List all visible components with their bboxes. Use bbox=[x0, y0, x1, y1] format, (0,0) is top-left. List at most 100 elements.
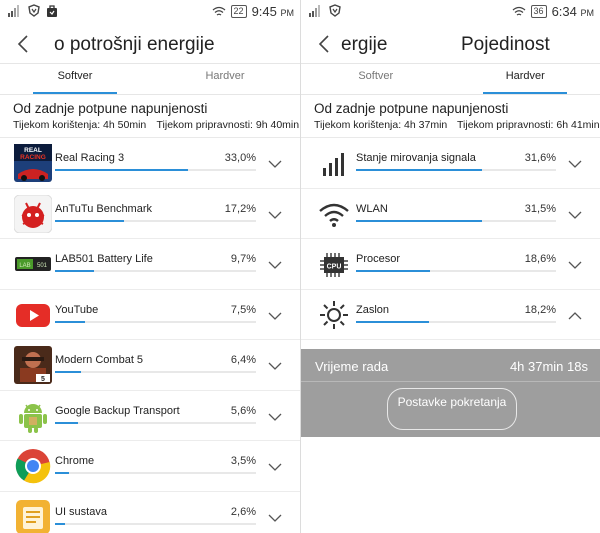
hardware-usage-row[interactable]: Stanje mirovanja signala 31,6% bbox=[301, 138, 600, 189]
system-ui-icon bbox=[14, 498, 52, 533]
item-percent: 5,6% bbox=[230, 404, 256, 417]
detail-divider bbox=[301, 381, 600, 382]
usage-bar bbox=[55, 472, 256, 474]
app-usage-row[interactable]: YouTube 7,5% bbox=[0, 290, 300, 340]
svg-text:RACING: RACING bbox=[20, 154, 46, 161]
usage-stats: Tijekom korištenja: 4h 37min Tijekom pri… bbox=[301, 116, 600, 131]
chrome-icon bbox=[14, 447, 52, 485]
page-title-previous: ergije bbox=[341, 34, 388, 55]
item-name: Zaslon bbox=[356, 303, 390, 316]
signal-icon bbox=[8, 4, 19, 17]
clock: 6:34 PM bbox=[552, 4, 594, 19]
app-usage-row[interactable]: UI sustava 2,6% bbox=[0, 492, 300, 533]
tab-software[interactable]: Softver bbox=[301, 64, 451, 92]
back-arrow-icon[interactable] bbox=[12, 32, 36, 56]
usage-bar-fill bbox=[55, 219, 125, 222]
item-name: AnTuTu Benchmark bbox=[55, 202, 153, 215]
status-bar: 22 9:45 PM bbox=[0, 0, 300, 24]
chevron-down-icon[interactable] bbox=[268, 207, 282, 219]
item-percent: 31,5% bbox=[524, 202, 556, 215]
lab501-icon: LAB 501 bbox=[14, 245, 52, 283]
chevron-up-icon[interactable] bbox=[568, 308, 582, 319]
chevron-down-icon[interactable] bbox=[568, 156, 582, 168]
chevron-down-icon[interactable] bbox=[268, 358, 282, 370]
startup-settings-button[interactable]: Postavke pokretanja bbox=[387, 388, 517, 430]
usage-bar-fill bbox=[55, 371, 81, 373]
svg-text:5: 5 bbox=[41, 376, 45, 383]
item-name: YouTube bbox=[55, 303, 99, 316]
item-percent: 9,7% bbox=[230, 253, 256, 265]
chevron-down-icon[interactable] bbox=[268, 257, 282, 269]
usage-stats: Tijekom korištenja: 4h 50min Tijekom pri… bbox=[0, 116, 300, 131]
clock-ampm: PM bbox=[580, 8, 595, 18]
modern-combat-icon: 5 bbox=[14, 346, 52, 384]
title-bar: o potrošnji energije bbox=[0, 24, 300, 64]
standby-time: Tijekom pripravnosti: 6h 41min bbox=[457, 119, 600, 131]
usage-bar bbox=[55, 371, 256, 373]
app-usage-row[interactable]: LAB 501 LAB501 Battery Life 9,7% bbox=[0, 239, 300, 290]
usage-time: Tijekom korištenja: 4h 50min bbox=[13, 119, 147, 131]
wifi-status-icon bbox=[212, 6, 225, 16]
cpu-icon: CPU bbox=[315, 245, 353, 283]
item-percent: 18,6% bbox=[524, 253, 556, 265]
usage-bar-fill bbox=[356, 270, 431, 272]
svg-text:REAL: REAL bbox=[24, 147, 42, 154]
hardware-usage-list: Stanje mirovanja signala 31,6% WLAN 31,5% CP… bbox=[301, 137, 600, 340]
item-percent: 33,0% bbox=[224, 152, 256, 164]
tab-bar: Softver Hardver bbox=[0, 64, 300, 94]
svg-text:501: 501 bbox=[37, 263, 48, 269]
usage-bar-fill bbox=[55, 270, 94, 272]
tab-hardware[interactable]: Hardver bbox=[150, 64, 300, 92]
usage-bar bbox=[55, 270, 256, 272]
usage-bar-fill bbox=[55, 421, 78, 424]
shield-icon bbox=[28, 4, 40, 17]
chevron-down-icon[interactable] bbox=[268, 409, 282, 421]
app-usage-row[interactable]: AnTuTu Benchmark 17,2% bbox=[0, 189, 300, 239]
usage-time: Tijekom korištenja: 4h 37min bbox=[314, 119, 448, 131]
item-name: Procesor bbox=[356, 253, 401, 265]
item-percent: 3,5% bbox=[230, 455, 256, 467]
back-arrow-icon[interactable] bbox=[313, 32, 337, 56]
usage-bar bbox=[55, 421, 256, 424]
runtime-value: 4h 37min 18s bbox=[509, 359, 588, 374]
item-percent: 31,6% bbox=[524, 152, 556, 164]
chevron-down-icon[interactable] bbox=[268, 459, 282, 471]
usage-bar bbox=[356, 270, 556, 272]
usage-bar bbox=[55, 169, 256, 171]
item-name: Real Racing 3 bbox=[55, 152, 125, 164]
app-usage-row[interactable]: Google Backup Transport 5,6% bbox=[0, 391, 300, 441]
status-bar: 36 6:34 PM bbox=[301, 0, 600, 24]
clock-time: 6:34 bbox=[551, 4, 577, 19]
android-icon bbox=[14, 397, 52, 435]
item-name: LAB501 Battery Life bbox=[55, 253, 153, 265]
tab-hardware[interactable]: Hardver bbox=[451, 64, 600, 94]
usage-bar-fill bbox=[55, 472, 70, 474]
app-usage-row[interactable]: Chrome 3,5% bbox=[0, 441, 300, 492]
chevron-down-icon[interactable] bbox=[568, 207, 582, 219]
app-usage-row[interactable]: REAL RACING Real Racing 3 33,0% bbox=[0, 138, 300, 189]
wifi-status-icon bbox=[512, 6, 525, 16]
hardware-usage-row[interactable]: WLAN 31,5% bbox=[301, 189, 600, 239]
real-racing-icon: REAL RACING bbox=[14, 144, 52, 182]
standby-time: Tijekom pripravnosti: 9h 40min bbox=[156, 119, 300, 131]
runtime-label: Vrijeme rada bbox=[315, 359, 389, 374]
chevron-down-icon[interactable] bbox=[568, 257, 582, 269]
hardware-usage-row[interactable]: CPU Procesor 18,6% bbox=[301, 239, 600, 290]
usage-bar bbox=[356, 320, 556, 323]
chevron-down-icon[interactable] bbox=[268, 308, 282, 320]
item-percent: 2,6% bbox=[230, 505, 256, 518]
app-usage-row[interactable]: 5 Modern Combat 5 6,4% bbox=[0, 340, 300, 391]
tab-software[interactable]: Softver bbox=[0, 64, 150, 94]
usage-bar bbox=[55, 219, 256, 222]
page-title: o potrošnji energije bbox=[54, 34, 215, 55]
usage-bar bbox=[356, 169, 556, 171]
hardware-usage-row[interactable]: Zaslon 18,2% bbox=[301, 290, 600, 340]
antutu-icon bbox=[13, 194, 53, 233]
chevron-down-icon[interactable] bbox=[268, 510, 282, 522]
expanded-detail-panel: Vrijeme rada 4h 37min 18s Postavke pokre… bbox=[301, 349, 600, 437]
left-screen: 22 9:45 PM o potrošnji energije Softver … bbox=[0, 0, 300, 533]
usage-bar-fill bbox=[356, 219, 482, 222]
chevron-down-icon[interactable] bbox=[268, 156, 282, 168]
tab-bar: Softver Hardver bbox=[301, 64, 600, 94]
right-screen: 36 6:34 PM ergije Pojedinost Softver Har… bbox=[301, 0, 600, 533]
